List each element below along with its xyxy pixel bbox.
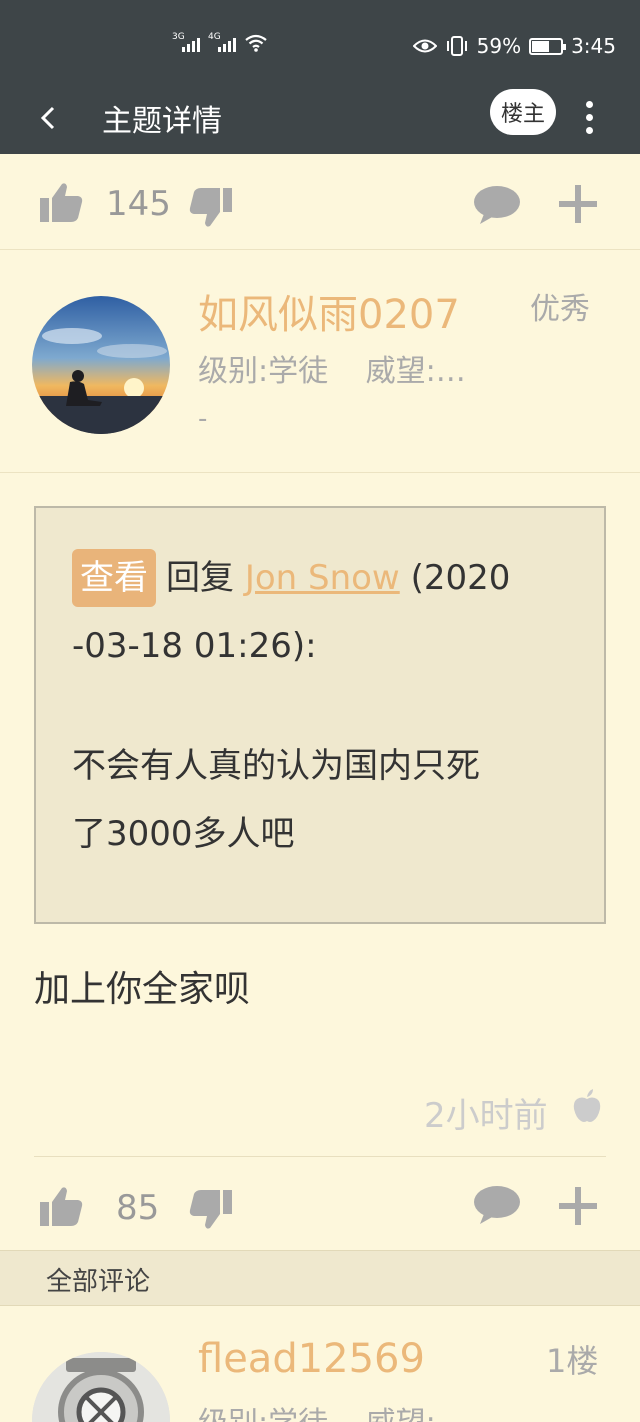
back-button[interactable]: [28, 98, 68, 138]
quote-text-line: 不会有人真的认为国内只死: [72, 746, 480, 786]
vibrate-icon: [446, 36, 467, 56]
thumb-up-icon[interactable]: [38, 1184, 84, 1230]
author-extra: -: [198, 404, 208, 434]
status-bar: 3G 4G 59% 3:45: [0, 0, 640, 80]
page-title: 主题详情: [102, 104, 222, 139]
post-body: 加上你全家呗: [34, 969, 251, 1010]
quoted-user-link[interactable]: Jon Snow: [245, 558, 400, 598]
op-only-button[interactable]: 楼主: [490, 89, 556, 135]
status-right: 59% 3:45: [412, 34, 616, 58]
post-time: 2小时前: [424, 1096, 548, 1136]
app-bar: 主题详情 楼主: [0, 80, 640, 154]
signal-indicators: 3G 4G: [172, 32, 268, 52]
commenter-level: 级别:学徒: [198, 1406, 328, 1422]
comment-icon[interactable]: [472, 1184, 522, 1226]
thumb-down-icon[interactable]: [188, 184, 234, 230]
quoted-reply: 查看 回复 Jon Snow (2020 -03-18 01:26): 不会有人真…: [34, 506, 606, 924]
section-title: 全部评论: [46, 1267, 151, 1297]
signal-icon: 4G: [208, 32, 236, 52]
divider: [0, 472, 640, 473]
apple-icon: [573, 1089, 601, 1122]
author-name[interactable]: 如风似雨0207: [198, 282, 460, 340]
quote-date: (2020: [410, 558, 511, 598]
network-type: 3G: [172, 32, 185, 42]
comment-icon[interactable]: [472, 184, 522, 226]
commenter-name[interactable]: flead12569: [198, 1336, 425, 1382]
wifi-icon: [245, 34, 267, 52]
view-quote-button[interactable]: 查看: [72, 549, 156, 607]
quote-text-line: 了3000多人吧: [72, 814, 295, 854]
author-prestige: 威望:…: [365, 354, 466, 389]
more-button[interactable]: [572, 94, 606, 140]
back-icon: [40, 106, 55, 130]
divider: [34, 1156, 606, 1157]
battery-percent: 59%: [476, 34, 522, 58]
clock: 3:45: [571, 34, 616, 58]
commenter-meta: 级别:学徒 威望:…: [198, 1398, 466, 1422]
post-action-bar: 145: [0, 158, 640, 250]
more-icon: [585, 100, 593, 108]
author-level: 级别:学徒: [198, 354, 329, 389]
quote-date-cont: -03-18 01:26):: [72, 626, 317, 666]
signal-icon: 3G: [172, 32, 200, 52]
thumb-down-icon[interactable]: [188, 1186, 234, 1232]
quote-header: 查看 回复 Jon Snow (2020: [72, 544, 574, 612]
eye-icon: [412, 39, 437, 53]
commenter-prestige: 威望:…: [366, 1406, 466, 1422]
like-count: 145: [106, 184, 171, 224]
excellent-badge: 优秀: [530, 292, 590, 327]
commenter-avatar[interactable]: [32, 1352, 170, 1422]
floor-number: 1楼: [546, 1342, 599, 1380]
plus-icon[interactable]: [556, 182, 600, 226]
reply-word: 回复: [166, 558, 234, 598]
post-action-bar: 85: [0, 1160, 640, 1252]
plus-icon[interactable]: [556, 1184, 600, 1228]
diving-helmet-avatar-image: [32, 1352, 170, 1422]
network-type: 4G: [208, 32, 221, 42]
thumb-up-icon[interactable]: [38, 180, 84, 226]
author-avatar[interactable]: [32, 296, 170, 434]
sunset-avatar-image: [32, 296, 170, 434]
like-count: 85: [116, 1188, 160, 1228]
battery-icon: [529, 37, 567, 55]
comments-section-header: 全部评论: [0, 1250, 640, 1306]
author-meta: 级别:学徒 威望:…: [198, 346, 466, 390]
